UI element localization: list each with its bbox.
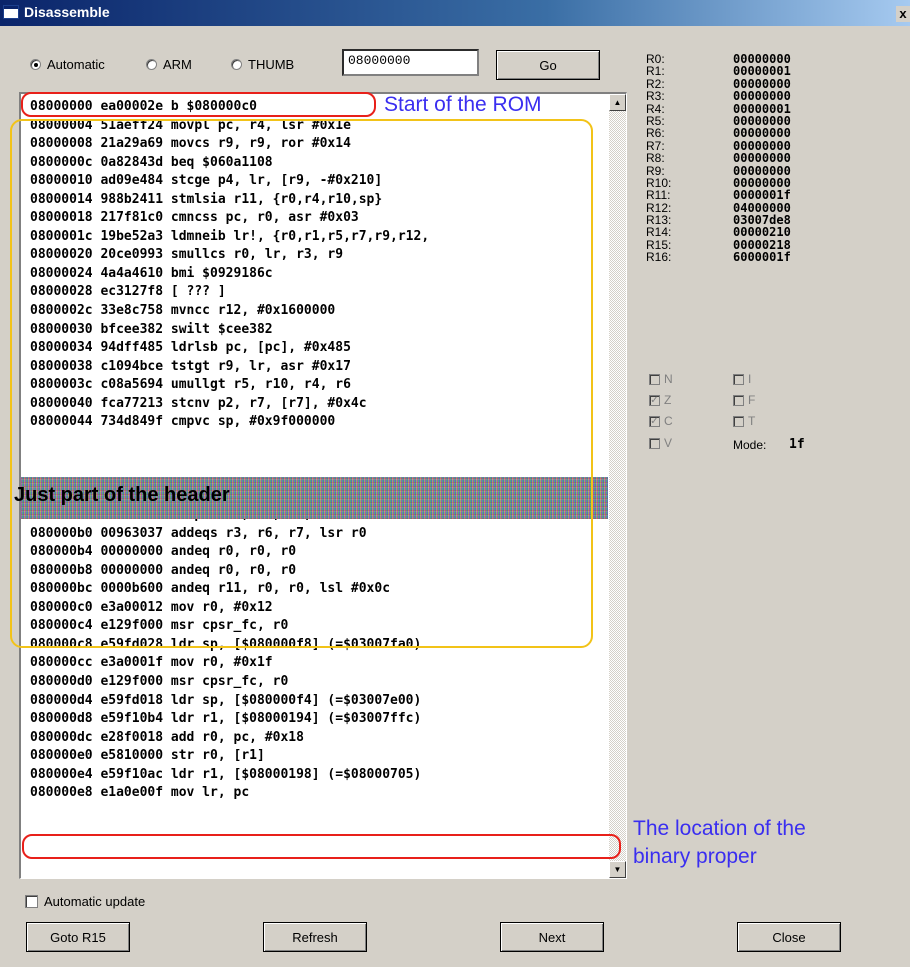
flag-c[interactable]: ✓ C bbox=[649, 414, 673, 428]
scroll-down-icon[interactable]: ▼ bbox=[609, 861, 626, 878]
register-value: 00000000 bbox=[733, 89, 791, 104]
checkbox-icon bbox=[649, 437, 660, 449]
radio-thumb-label: THUMB bbox=[248, 57, 295, 72]
radio-dot-icon bbox=[146, 59, 157, 70]
flag-i-label: I bbox=[748, 372, 752, 386]
goto-r15-button[interactable]: Goto R15 bbox=[26, 922, 130, 952]
vertical-scrollbar[interactable]: ▲ ▼ bbox=[609, 94, 626, 878]
register-name: R1: bbox=[646, 64, 665, 79]
disassembly-line[interactable]: 080000e4 e59f10ac ldr r1, [$08000198] (=… bbox=[30, 766, 429, 785]
register-row: R8: 00000000 bbox=[646, 151, 856, 166]
checkbox-icon bbox=[25, 895, 38, 908]
header-annotation: Just part of the header bbox=[14, 484, 230, 506]
flag-n-label: N bbox=[664, 372, 673, 386]
checkbox-icon bbox=[733, 415, 744, 427]
register-value: 00000210 bbox=[733, 225, 791, 240]
flag-v[interactable]: V bbox=[649, 436, 672, 450]
register-name: R6: bbox=[646, 126, 665, 141]
disassembly-line[interactable]: 080000dc e28f0018 add r0, pc, #0x18 bbox=[30, 729, 429, 748]
flag-z-label: Z bbox=[664, 393, 672, 407]
mode-value: 1f bbox=[789, 437, 805, 452]
flag-f[interactable]: F bbox=[733, 393, 755, 407]
close-button[interactable]: Close bbox=[737, 922, 841, 952]
radio-dot-icon bbox=[30, 59, 41, 70]
register-name: R14: bbox=[646, 225, 672, 240]
disassembly-line[interactable]: 080000e0 e5810000 str r0, [r1] bbox=[30, 747, 429, 766]
start-of-rom-annotation: Start of the ROM bbox=[384, 93, 542, 116]
register-name: R3: bbox=[646, 89, 665, 104]
register-row: R14: 00000210 bbox=[646, 225, 856, 240]
register-row: R1: 00000001 bbox=[646, 64, 856, 79]
register-row: R16: 6000001f bbox=[646, 250, 856, 265]
disassembly-line[interactable]: 080000d0 e129f000 msr cpsr_fc, r0 bbox=[30, 673, 429, 692]
radio-thumb[interactable]: THUMB bbox=[231, 57, 294, 72]
address-input[interactable]: 08000000 bbox=[342, 49, 479, 76]
register-value: 00000001 bbox=[733, 64, 791, 79]
register-name: R16: bbox=[646, 250, 672, 265]
flag-c-label: C bbox=[664, 414, 673, 428]
binary-annotation-line2: binary proper bbox=[633, 845, 757, 868]
flag-n[interactable]: N bbox=[649, 372, 673, 386]
automatic-update-label: Automatic update bbox=[44, 894, 146, 909]
register-row: R3: 00000000 bbox=[646, 89, 856, 104]
refresh-button[interactable]: Refresh bbox=[263, 922, 367, 952]
disassemble-window: Disassemble x Automatic ARM THUMB 080000… bbox=[0, 0, 910, 967]
disassembly-line[interactable]: 080000d8 e59f10b4 ldr r1, [$08000194] (=… bbox=[30, 710, 429, 729]
flag-t[interactable]: T bbox=[733, 414, 755, 428]
register-row: R11: 0000001f bbox=[646, 188, 856, 203]
checkbox-checked-icon: ✓ bbox=[649, 394, 660, 406]
scroll-up-icon[interactable]: ▲ bbox=[609, 94, 626, 111]
go-button[interactable]: Go bbox=[496, 50, 600, 80]
flag-t-label: T bbox=[748, 414, 756, 428]
flag-i[interactable]: I bbox=[733, 372, 751, 386]
register-name: R8: bbox=[646, 151, 665, 166]
register-value: 0000001f bbox=[733, 188, 791, 203]
binary-proper-highlight bbox=[22, 834, 621, 859]
radio-arm-label: ARM bbox=[163, 57, 192, 72]
mode-label: Mode: bbox=[733, 438, 767, 452]
window-title: Disassemble bbox=[24, 4, 110, 20]
disassembly-line[interactable]: 080000cc e3a0001f mov r0, #0x1f bbox=[30, 654, 429, 673]
binary-annotation-line1: The location of the bbox=[633, 817, 806, 840]
title-bar[interactable]: Disassemble x bbox=[0, 0, 910, 26]
disassembly-line[interactable]: 080000e8 e1a0e00f mov lr, pc bbox=[30, 784, 429, 803]
register-panel: R0: 00000000 R1: 00000001 R2: 00000000 R3: 0000… bbox=[646, 53, 856, 264]
checkbox-icon bbox=[733, 373, 744, 385]
radio-dot-icon bbox=[231, 59, 242, 70]
close-icon[interactable]: x bbox=[896, 6, 910, 22]
register-value: 00000000 bbox=[733, 151, 791, 166]
window-icon bbox=[3, 5, 19, 19]
header-highlight bbox=[10, 119, 593, 648]
register-name: R11: bbox=[646, 188, 671, 203]
register-row: R6: 00000000 bbox=[646, 126, 856, 141]
radio-arm[interactable]: ARM bbox=[146, 57, 192, 72]
checkbox-icon bbox=[649, 373, 660, 385]
checkbox-checked-icon: ✓ bbox=[649, 415, 660, 427]
automatic-update-checkbox[interactable]: Automatic update bbox=[25, 894, 145, 909]
radio-automatic-label: Automatic bbox=[47, 57, 105, 72]
checkbox-icon bbox=[733, 394, 744, 406]
flag-f-label: F bbox=[748, 393, 756, 407]
disassembly-line[interactable]: 080000d4 e59fd018 ldr sp, [$080000f4] (=… bbox=[30, 692, 429, 711]
next-button[interactable]: Next bbox=[500, 922, 604, 952]
start-of-rom-highlight bbox=[21, 92, 376, 117]
register-value: 6000001f bbox=[733, 250, 791, 265]
flag-v-label: V bbox=[664, 436, 673, 450]
flag-z[interactable]: ✓ Z bbox=[649, 393, 671, 407]
register-value: 00000000 bbox=[733, 126, 791, 141]
radio-automatic[interactable]: Automatic bbox=[30, 57, 105, 72]
